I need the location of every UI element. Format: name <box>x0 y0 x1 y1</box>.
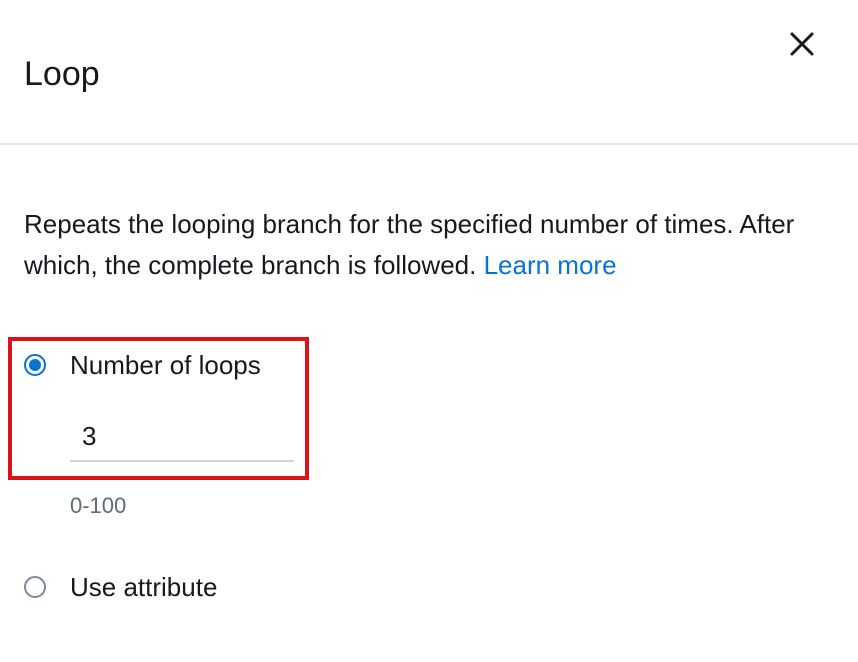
radio-button-checked[interactable] <box>24 354 46 376</box>
radio-use-attribute[interactable]: Use attribute <box>24 571 217 603</box>
learn-more-link[interactable]: Learn more <box>484 250 617 280</box>
radio-button-unchecked[interactable] <box>24 576 46 598</box>
panel-header: Loop <box>0 0 858 145</box>
panel-title: Loop <box>24 55 100 93</box>
radio-number-of-loops[interactable]: Number of loops <box>24 349 261 381</box>
loop-panel: Loop Repeats the looping branch for the … <box>0 0 858 662</box>
radio-label-use-attribute: Use attribute <box>70 572 218 602</box>
description: Repeats the looping branch for the speci… <box>24 204 834 286</box>
close-icon <box>790 32 814 56</box>
description-text: Repeats the looping branch for the speci… <box>24 209 795 280</box>
input-range-hint: 0-100 <box>70 493 127 518</box>
close-button[interactable] <box>782 24 822 64</box>
radio-label-number-of-loops: Number of loops <box>70 350 261 380</box>
number-of-loops-input[interactable] <box>70 412 294 462</box>
